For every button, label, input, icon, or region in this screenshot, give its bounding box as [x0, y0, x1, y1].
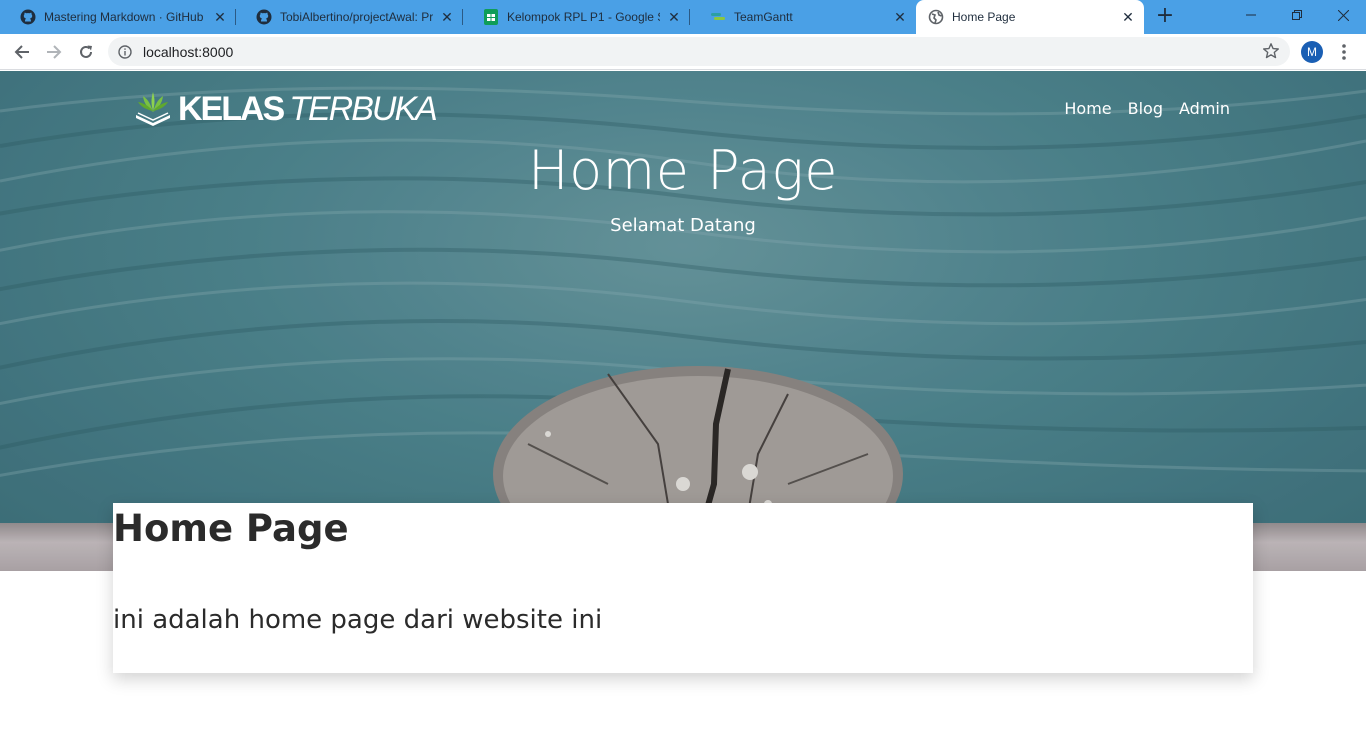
close-tab-icon[interactable]: ✕ — [892, 9, 908, 25]
content-body: ini adalah home page dari website ini — [113, 605, 603, 635]
browser-toolbar: localhost:8000 M — [0, 34, 1366, 70]
tab-title: Home Page — [952, 10, 1016, 24]
content-card: Home Page ini adalah home page dari webs… — [113, 503, 1253, 673]
close-tab-icon[interactable]: ✕ — [1120, 9, 1136, 25]
tab-title: Mastering Markdown · GitHub — [44, 10, 204, 24]
back-arrow-icon[interactable] — [10, 40, 34, 64]
address-bar[interactable]: localhost:8000 — [108, 37, 1290, 66]
tab-project-awal[interactable]: TobiAlbertino/projectAwal: Pro ✕ — [236, 0, 463, 34]
close-tab-icon[interactable]: ✕ — [439, 9, 455, 25]
profile-avatar[interactable]: M — [1301, 41, 1323, 63]
forward-arrow-icon[interactable] — [42, 40, 66, 64]
minimize-icon[interactable] — [1228, 0, 1274, 30]
google-sheets-icon — [483, 9, 499, 25]
hero-title: Home Page — [528, 139, 838, 202]
tab-google-sheets[interactable]: Kelompok RPL P1 - Google She ✕ — [463, 0, 690, 34]
reload-icon[interactable] — [74, 40, 98, 64]
restore-icon[interactable] — [1274, 0, 1320, 30]
web-page: KELAS TERBUKA Home Blog Admin Home Page … — [0, 71, 1366, 738]
close-tab-icon[interactable]: ✕ — [666, 9, 682, 25]
nav-link-blog[interactable]: Blog — [1128, 99, 1163, 118]
globe-icon — [928, 9, 944, 25]
close-tab-icon[interactable]: ✕ — [212, 9, 228, 25]
kebab-menu-icon[interactable] — [1335, 42, 1353, 62]
tab-mastering-markdown[interactable]: Mastering Markdown · GitHub ✕ — [0, 0, 236, 34]
tab-teamgantt[interactable]: TeamGantt ✕ — [690, 0, 916, 34]
tab-title: TeamGantt — [734, 10, 793, 24]
book-plant-logo-icon — [136, 92, 170, 126]
hero-subtitle: Selamat Datang — [610, 215, 756, 236]
site-logo[interactable]: KELAS TERBUKA — [134, 89, 438, 129]
close-window-icon[interactable] — [1320, 0, 1366, 30]
logo-word-terbuka: TERBUKA — [289, 89, 438, 128]
hero-banner: KELAS TERBUKA Home Blog Admin Home Page … — [0, 71, 1366, 571]
main-nav: Home Blog Admin — [1064, 99, 1230, 118]
site-info-icon[interactable] — [118, 44, 132, 59]
bookmark-star-icon[interactable] — [1262, 42, 1280, 60]
tab-home-page[interactable]: Home Page ✕ — [916, 0, 1144, 34]
tab-title: Kelompok RPL P1 - Google She — [507, 10, 660, 24]
teamgantt-icon — [710, 9, 726, 25]
github-icon — [20, 9, 36, 25]
new-tab-icon[interactable]: + — [1154, 5, 1176, 28]
github-icon — [256, 9, 272, 25]
browser-tab-strip: Mastering Markdown · GitHub ✕ TobiAlbert… — [0, 0, 1366, 34]
nav-link-home[interactable]: Home — [1064, 99, 1111, 118]
nav-link-admin[interactable]: Admin — [1179, 99, 1230, 118]
content-heading: Home Page — [113, 507, 349, 550]
address-url: localhost:8000 — [143, 44, 234, 60]
tab-title: TobiAlbertino/projectAwal: Pro — [280, 10, 433, 24]
logo-word-kelas: KELAS — [178, 89, 285, 128]
